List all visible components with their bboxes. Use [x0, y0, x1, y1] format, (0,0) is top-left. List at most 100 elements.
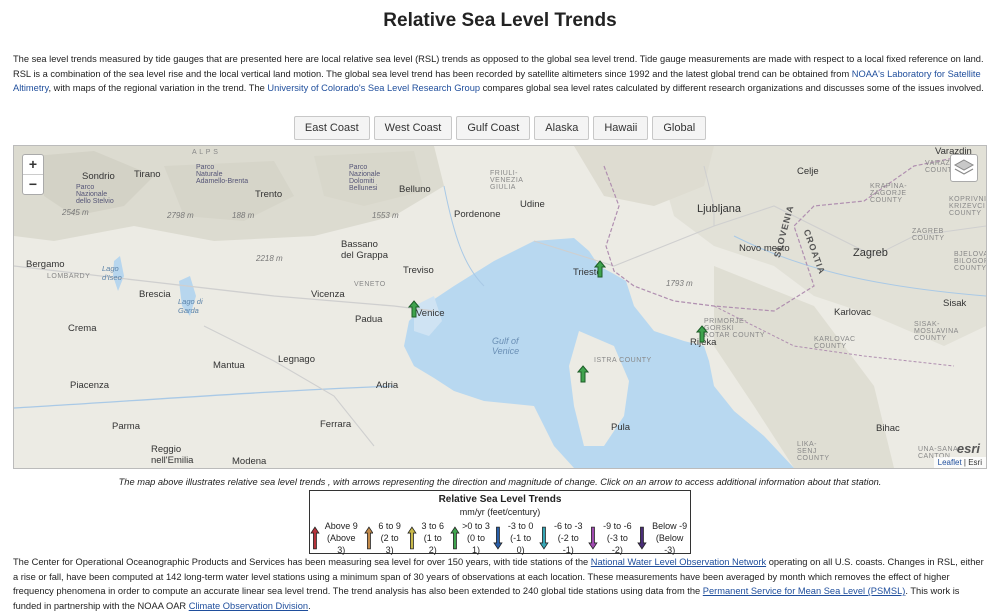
map-label-elev-1553: 1553 m: [372, 211, 399, 220]
map-label-celje: Celje: [797, 166, 819, 177]
map-label-elev-2545: 2545 m: [62, 208, 89, 217]
map-label-venice: Venice: [416, 308, 445, 319]
station-arrow-rijeka[interactable]: [696, 325, 708, 343]
legend-item-label: >0 to 3 (0 to 1): [462, 520, 490, 556]
arrow-up-icon: [407, 526, 417, 550]
map-view[interactable]: A L P S Sondrio Tirano Parco Nazionale del…: [13, 145, 987, 469]
map-label-lago-iseo: Lago d'Iseo: [102, 264, 122, 282]
arrow-down-icon: [588, 526, 598, 550]
arrow-up-icon: [594, 260, 606, 278]
link-colorado-sea-level[interactable]: University of Colorado's Sea Level Resea…: [267, 83, 480, 93]
legend-range-ft: (0 to 1): [466, 533, 485, 555]
map-label-brescia: Brescia: [139, 289, 171, 300]
arrow-down-icon: [637, 526, 648, 550]
arrow-up-icon: [577, 365, 589, 383]
map-label-elev-2218: 2218 m: [256, 254, 283, 263]
station-arrow-trieste[interactable]: [594, 260, 606, 278]
map-label-veneto: VENETO: [354, 281, 386, 288]
map-label-elev-188: 188 m: [232, 211, 255, 220]
map-label-reggio: Reggio nell'Emilia: [151, 444, 194, 466]
region-button-hawaii[interactable]: Hawaii: [593, 116, 649, 140]
map-label-lombardy: LOMBARDY: [47, 273, 91, 280]
region-button-east-coast[interactable]: East Coast: [293, 116, 370, 140]
map-label-sondrio: Sondrio: [82, 171, 115, 182]
link-climate-observation[interactable]: Climate Observation Division: [189, 601, 308, 611]
layers-icon: [953, 159, 975, 175]
region-button-gulf-coast[interactable]: Gulf Coast: [456, 116, 531, 140]
legend-subtitle: mm/yr (feet/century): [459, 507, 541, 517]
legend-item-label: 6 to 9 (2 to 3): [375, 520, 403, 556]
legend-item: Above 9 (Above 3): [310, 520, 361, 556]
map-label-trento: Trento: [255, 189, 283, 200]
map-label-novo-mesto: Novo mesto: [739, 243, 790, 254]
map-label-elev-2798: 2798 m: [167, 211, 194, 220]
map-label-krapina: KRAPINA- ZAGORJE COUNTY: [870, 183, 908, 204]
map-label-modena: Modena: [232, 456, 267, 467]
legend-item: Below -9 (Below -3): [637, 520, 690, 556]
map-label-ljubljana: Ljubljana: [697, 203, 742, 215]
legend-range-mm: 6 to 9: [378, 521, 401, 531]
map-label-udine: Udine: [520, 199, 545, 210]
map-label-koprivnica: KOPRIVNICA-KRIZEVCICOUNTY: [949, 196, 987, 217]
legend-range-ft: (Below -3): [655, 533, 684, 555]
region-button-bar: East Coast West Coast Gulf Coast Alaska …: [0, 116, 1000, 140]
map-label-padua: Padua: [355, 314, 383, 325]
map-label-bihac: Bihac: [876, 423, 900, 434]
map-label-adamello: Parco Naturale Adamello-Brenta: [196, 164, 249, 185]
legend-range-mm: Above 9: [324, 521, 358, 531]
map-label-bjelovar: BJELOVAR-BILOGORACOUNTY: [954, 251, 987, 272]
link-psmsl[interactable]: Permanent Service for Mean Sea Level (PS…: [703, 586, 906, 596]
legend-range-mm: Below -9: [652, 521, 688, 531]
map-label-sisak: Sisak: [943, 298, 967, 309]
map-label-adria: Adria: [376, 380, 399, 391]
leaflet-link[interactable]: Leaflet: [938, 458, 962, 467]
footer-text-4: .: [308, 600, 311, 611]
link-nwlon[interactable]: National Water Level Observation Network: [591, 557, 766, 567]
intro-text-3: compares global sea level rates calculat…: [480, 83, 984, 93]
arrow-up-icon: [363, 526, 374, 550]
legend-items: Above 9 (Above 3) 6 to 9 (2 to 3) 3 to 6 (1 t…: [310, 520, 690, 556]
region-button-global[interactable]: Global: [652, 116, 707, 140]
legend-range-mm: >0 to 3: [462, 521, 490, 531]
region-button-alaska[interactable]: Alaska: [534, 116, 590, 140]
legend-range-mm: -3 to 0: [507, 521, 534, 531]
esri-attribution: Esri: [968, 458, 982, 467]
legend-item: -6 to -3 (-2 to -1): [539, 520, 585, 556]
map-label-ferrara: Ferrara: [320, 419, 352, 430]
footer-text-1: The Center for Operational Oceanographic…: [13, 557, 591, 567]
legend-range-mm: -9 to -6: [603, 521, 632, 531]
zoom-control: + −: [22, 154, 44, 195]
map-label-alps: A L P S: [192, 149, 219, 156]
map-label-legnago: Legnago: [278, 354, 315, 365]
map-label-bassano: Bassano del Grappa: [341, 239, 389, 261]
intro-text-1: The sea level trends measured by tide ga…: [13, 54, 984, 79]
page-title: Relative Sea Level Trends: [383, 10, 617, 31]
map-label-crema: Crema: [68, 323, 97, 334]
legend-item: >0 to 3 (0 to 1): [450, 520, 490, 556]
region-button-west-coast[interactable]: West Coast: [373, 116, 453, 140]
footer-paragraph: The Center for Operational Oceanographic…: [13, 555, 987, 613]
map-label-primorje: PRIMORJE- GORSKI KOTAR COUNTY: [704, 318, 766, 339]
map-caption: The map above illustrates relative sea l…: [118, 477, 882, 487]
legend-item-label: -6 to -3 (-2 to -1): [551, 520, 585, 556]
map-label-lago-garda: Lago di Garda: [178, 297, 203, 315]
legend: Relative Sea Level Trends mm/yr (feet/ce…: [309, 490, 691, 556]
map-label-pordenone: Pordenone: [454, 209, 501, 220]
legend-item: 6 to 9 (2 to 3): [363, 520, 404, 556]
map-label-bergamo: Bergamo: [26, 259, 65, 270]
map-label-treviso: Treviso: [403, 265, 434, 276]
map-label-karlovac-county: KARLOVAC COUNTY: [814, 336, 856, 350]
map-label-parma: Parma: [112, 421, 140, 432]
legend-range-ft: (-1 to 0): [510, 533, 532, 555]
zoom-in-button[interactable]: +: [23, 155, 43, 174]
legend-title: Relative Sea Level Trends: [438, 494, 562, 505]
station-arrow-venice[interactable]: [408, 300, 420, 318]
arrow-up-icon: [450, 526, 460, 550]
map-label-friuli: FRIULI- VENEZIA GIULIA: [490, 170, 524, 191]
zoom-out-button[interactable]: −: [23, 174, 43, 194]
layers-button[interactable]: [950, 154, 978, 182]
arrow-up-icon: [696, 325, 708, 343]
station-arrow-rovinj[interactable]: [577, 365, 589, 383]
map-label-vicenza: Vicenza: [311, 289, 345, 300]
legend-range-mm: 3 to 6: [421, 521, 445, 531]
